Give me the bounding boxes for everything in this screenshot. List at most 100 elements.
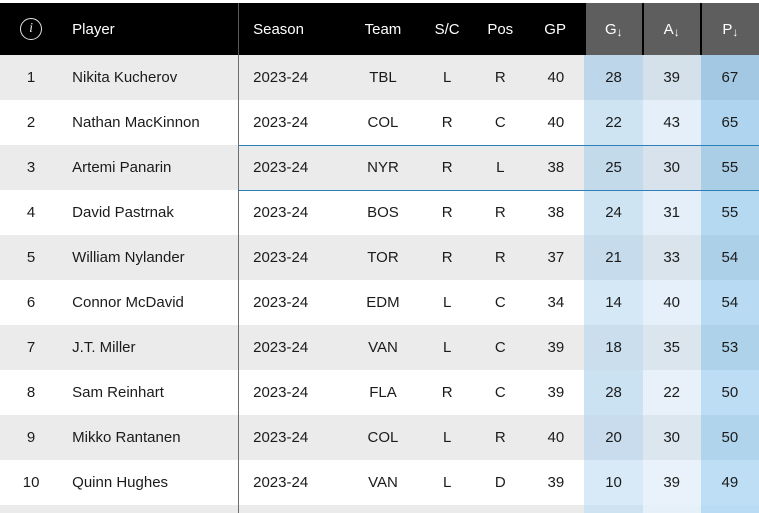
cell-season: 2023-24 xyxy=(238,325,345,370)
column-header-goals-label: G xyxy=(604,20,617,38)
header-row: i Player Season Team S/C Pos GP G↓ A↓ P↓ xyxy=(0,3,759,55)
column-header-games-played[interactable]: GP xyxy=(527,3,585,55)
cell-season: 2023-24 xyxy=(238,100,345,145)
column-header-rank[interactable]: i xyxy=(0,3,63,55)
cell-rank: 9 xyxy=(0,415,63,460)
cell-games-played: 34 xyxy=(527,280,585,325)
cell-season: 2023-24 xyxy=(238,190,345,235)
cell-season: 2023-24 xyxy=(238,460,345,505)
cell-team: FLA xyxy=(344,370,422,415)
cell-games-played: 38 xyxy=(527,144,585,191)
table-row[interactable]: 11 xyxy=(0,505,759,513)
cell-player-name: William Nylander xyxy=(62,235,239,280)
cell-shoots-catches: L xyxy=(421,325,474,370)
cell-shoots-catches: R xyxy=(421,190,474,235)
table-row[interactable]: 10 Quinn Hughes 2023-24 VAN L D 39 10 39 49 xyxy=(0,460,759,505)
cell-team: BOS xyxy=(344,190,422,235)
table-row[interactable]: 4 David Pastrnak 2023-24 BOS R R 38 24 31 55 xyxy=(0,190,759,235)
info-circle-icon[interactable]: i xyxy=(20,18,43,40)
column-header-team-label: Team xyxy=(364,20,402,38)
cell-points: 55 xyxy=(700,190,759,235)
cell-position xyxy=(473,505,528,513)
column-header-assists[interactable]: A↓ xyxy=(641,3,701,55)
cell-points: 54 xyxy=(700,280,759,325)
cell-rank: 10 xyxy=(0,460,63,505)
cell-team: EDM xyxy=(344,280,422,325)
cell-rank: 6 xyxy=(0,280,63,325)
cell-points: 49 xyxy=(700,460,759,505)
column-header-player[interactable]: Player xyxy=(62,3,239,55)
sort-descending-icon-points[interactable]: ↓ xyxy=(732,25,738,39)
column-header-player-label: Player xyxy=(72,20,115,38)
cell-assists: 33 xyxy=(642,235,701,280)
cell-assists: 31 xyxy=(642,190,701,235)
column-header-team[interactable]: Team xyxy=(344,3,422,55)
cell-games-played: 38 xyxy=(527,190,585,235)
table-row[interactable]: 6 Connor McDavid 2023-24 EDM L C 34 14 40 54 xyxy=(0,280,759,325)
cell-player-name xyxy=(62,505,239,513)
column-header-assists-label: A xyxy=(663,20,674,38)
column-header-position[interactable]: Pos xyxy=(473,3,528,55)
cell-team: TBL xyxy=(344,55,422,100)
column-header-season[interactable]: Season xyxy=(238,3,345,55)
cell-season: 2023-24 xyxy=(238,370,345,415)
cell-rank: 11 xyxy=(0,505,63,513)
cell-points: 65 xyxy=(700,100,759,145)
cell-goals xyxy=(584,505,643,513)
column-header-pos-label: Pos xyxy=(487,20,514,38)
cell-goals: 22 xyxy=(584,100,643,145)
cell-season: 2023-24 xyxy=(238,415,345,460)
cell-goals: 25 xyxy=(584,144,643,191)
sort-descending-icon-assists[interactable]: ↓ xyxy=(674,25,680,39)
cell-position: R xyxy=(473,55,528,100)
cell-assists xyxy=(642,505,701,513)
cell-shoots-catches: R xyxy=(421,144,474,191)
cell-team: VAN xyxy=(344,460,422,505)
table-row[interactable]: 9 Mikko Rantanen 2023-24 COL L R 40 20 30 50 xyxy=(0,415,759,460)
cell-assists: 43 xyxy=(642,100,701,145)
column-header-gp-label: GP xyxy=(544,20,566,38)
cell-assists: 30 xyxy=(642,415,701,460)
table-row[interactable]: 8 Sam Reinhart 2023-24 FLA R C 39 28 22 50 xyxy=(0,370,759,415)
column-header-points[interactable]: P↓ xyxy=(699,3,759,55)
cell-team: VAN xyxy=(344,325,422,370)
cell-goals: 18 xyxy=(584,325,643,370)
cell-shoots-catches xyxy=(421,505,474,513)
cell-position: L xyxy=(473,144,528,191)
cell-points: 50 xyxy=(700,415,759,460)
cell-player-name: Artemi Panarin xyxy=(62,145,239,190)
sort-descending-icon-goals[interactable]: ↓ xyxy=(617,25,623,39)
cell-games-played: 40 xyxy=(527,100,585,145)
cell-position: D xyxy=(473,460,528,505)
table-row[interactable]: 5 William Nylander 2023-24 TOR R R 37 21 33 54 xyxy=(0,235,759,280)
table-row[interactable]: 3 Artemi Panarin 2023-24 NYR R L 38 25 30 55 xyxy=(0,144,759,191)
cell-points: 67 xyxy=(700,55,759,100)
cell-team: NYR xyxy=(344,144,422,191)
cell-games-played: 39 xyxy=(527,460,585,505)
cell-team xyxy=(344,505,422,513)
cell-shoots-catches: L xyxy=(421,280,474,325)
cell-shoots-catches: R xyxy=(421,370,474,415)
cell-rank: 8 xyxy=(0,370,63,415)
cell-goals: 20 xyxy=(584,415,643,460)
cell-games-played: 40 xyxy=(527,55,585,100)
cell-goals: 28 xyxy=(584,370,643,415)
cell-position: R xyxy=(473,415,528,460)
column-header-shoots-catches[interactable]: S/C xyxy=(421,3,474,55)
table-row[interactable]: 1 Nikita Kucherov 2023-24 TBL L R 40 28 39 67 xyxy=(0,55,759,100)
cell-goals: 21 xyxy=(584,235,643,280)
cell-points: 53 xyxy=(700,325,759,370)
player-stats-table: i Player Season Team S/C Pos GP G↓ A↓ P↓… xyxy=(0,3,759,513)
cell-player-name: Connor McDavid xyxy=(62,280,239,325)
cell-assists: 40 xyxy=(642,280,701,325)
column-header-goals[interactable]: G↓ xyxy=(582,3,643,55)
cell-points: 55 xyxy=(700,144,759,191)
cell-shoots-catches: L xyxy=(421,415,474,460)
cell-team: COL xyxy=(344,415,422,460)
cell-games-played: 39 xyxy=(527,325,585,370)
table-row[interactable]: 2 Nathan MacKinnon 2023-24 COL R C 40 22 43 65 xyxy=(0,100,759,145)
cell-player-name: J.T. Miller xyxy=(62,325,239,370)
cell-shoots-catches: L xyxy=(421,55,474,100)
table-row[interactable]: 7 J.T. Miller 2023-24 VAN L C 39 18 35 53 xyxy=(0,325,759,370)
cell-season: 2023-24 xyxy=(238,280,345,325)
